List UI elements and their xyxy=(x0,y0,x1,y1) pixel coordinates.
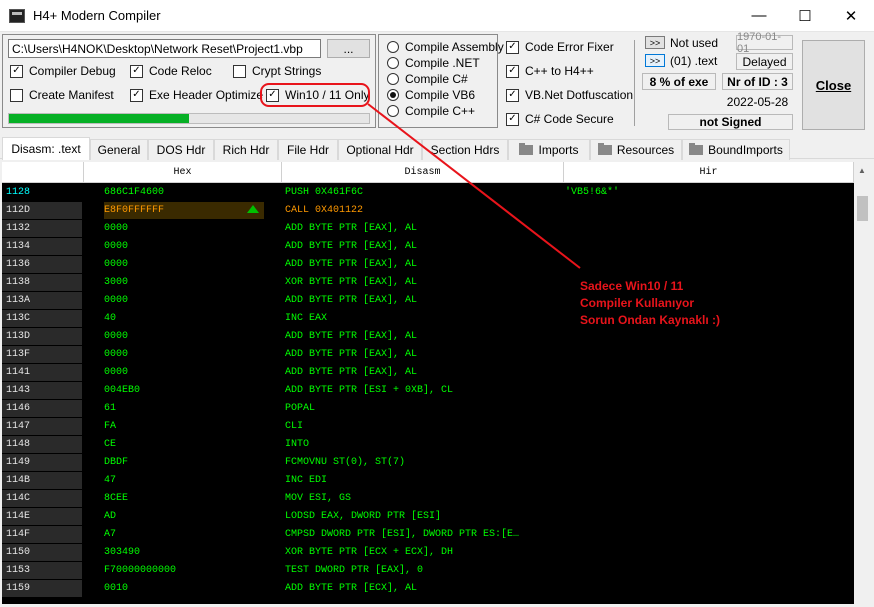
annotation-line: Sadece Win10 / 11 xyxy=(580,279,684,293)
annotation-text: Sadece Win10 / 11 Compiler Kullanıyor So… xyxy=(580,278,770,329)
annotation-line: Compiler Kullanıyor xyxy=(580,296,695,310)
annotation-line: Sorun Ondan Kaynaklı :) xyxy=(580,313,721,327)
annotation-arrow-line xyxy=(367,103,581,269)
annotation-highlight-circle xyxy=(260,83,370,107)
